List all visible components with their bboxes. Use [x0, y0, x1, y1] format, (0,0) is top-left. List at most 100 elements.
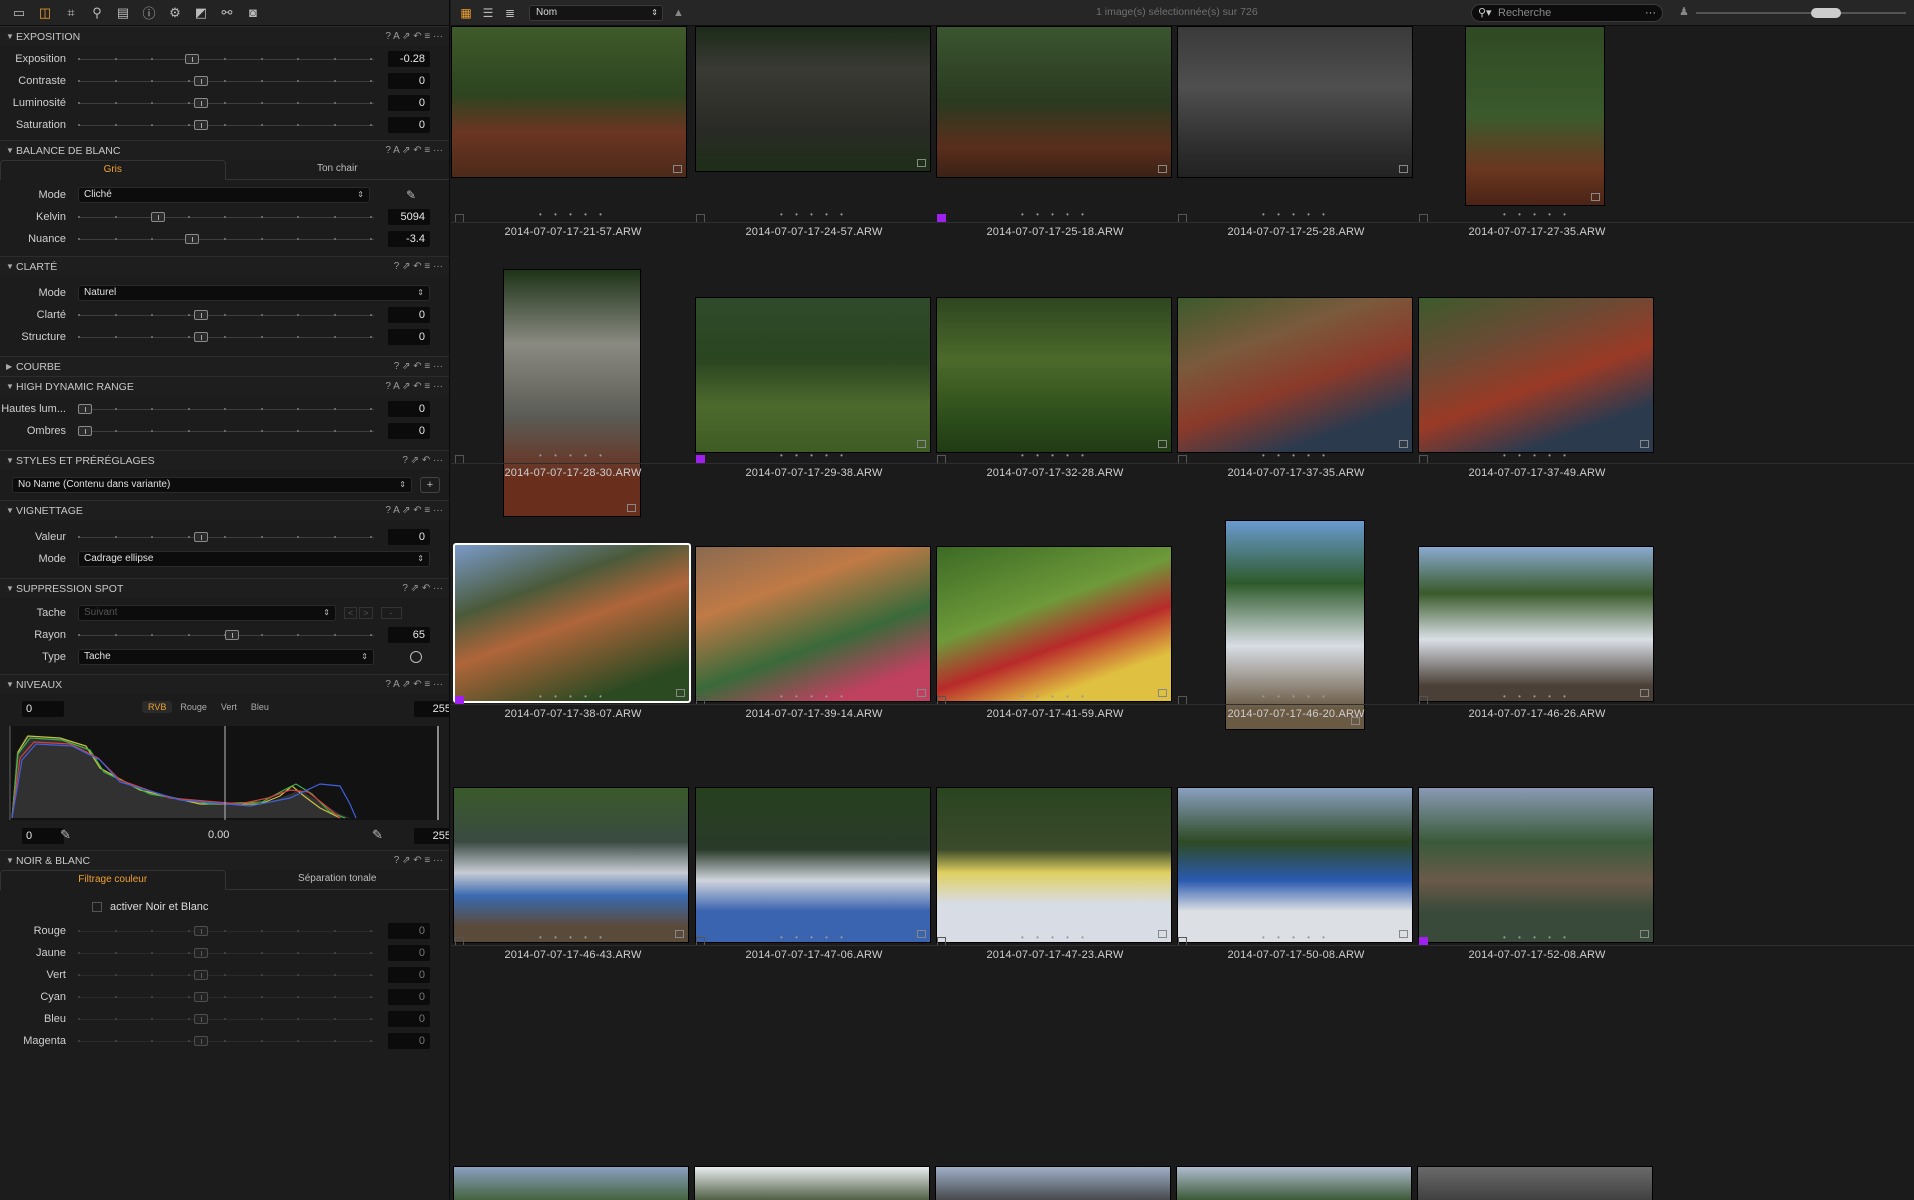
slider-knob[interactable]	[194, 120, 208, 130]
thumbnail-image[interactable]	[1465, 26, 1605, 206]
slider-knob[interactable]	[194, 926, 208, 936]
sort-select[interactable]: Nom ⇕	[529, 4, 663, 21]
sort-direction-icon[interactable]: ▲	[673, 7, 684, 19]
add-style-button[interactable]: +	[420, 477, 440, 493]
slider[interactable]	[78, 532, 374, 542]
slider-knob[interactable]	[194, 76, 208, 86]
slider-knob[interactable]	[225, 630, 239, 640]
thumbnail-image[interactable]	[695, 546, 931, 702]
thumbnail-image[interactable]	[1177, 297, 1413, 453]
document-icon[interactable]: ▤	[112, 3, 134, 23]
collapse-triangle-icon[interactable]: ▼	[6, 506, 16, 515]
slider[interactable]	[78, 404, 374, 414]
section-header-styles[interactable]: ▼ STYLES ET PRÉRÉGLAGES ? ⇗ ↶ ···	[0, 450, 449, 470]
spot-tache-select[interactable]: Suivant ⇕	[78, 605, 336, 621]
gear-icon[interactable]: ⚙	[164, 3, 186, 23]
thumbnail-image[interactable]	[451, 26, 687, 178]
slider[interactable]	[78, 426, 374, 436]
thumbnail-image[interactable]	[1177, 787, 1413, 943]
collapse-triangle-icon[interactable]: ▼	[6, 382, 16, 391]
section-header-courbe[interactable]: ▶ COURBE ? ⇗ ↶ ≡ ···	[0, 356, 449, 376]
thumbnail-image[interactable]	[1418, 297, 1654, 453]
crop-icon[interactable]: ⌗	[60, 3, 82, 23]
thumbnail-image[interactable]	[935, 1166, 1171, 1200]
star-rating[interactable]: • • • • •	[1387, 933, 1687, 942]
section-tools[interactable]: ? ⇗ ↶ ≡ ···	[394, 261, 443, 272]
section-tools[interactable]: ? ⇗ ↶ ···	[402, 583, 443, 594]
thumbnail-image[interactable]	[453, 1166, 689, 1200]
slider-knob[interactable]	[78, 426, 92, 436]
slider-knob[interactable]	[185, 54, 199, 64]
info-icon[interactable]: ⓘ	[138, 3, 160, 23]
channel-tab-rouge[interactable]: Rouge	[174, 701, 213, 713]
slider-value[interactable]: 0	[388, 967, 430, 983]
slider-knob[interactable]	[194, 1036, 208, 1046]
zoom-knob[interactable]	[1811, 8, 1841, 18]
search-icon[interactable]: ⚲	[86, 3, 108, 23]
zoom-slider[interactable]	[1696, 8, 1906, 18]
white-eyedropper-icon[interactable]: ✎	[372, 827, 383, 843]
grid-view-icon[interactable]: ▦	[457, 5, 475, 21]
slider[interactable]	[78, 76, 374, 86]
tab-ton-chair[interactable]: Ton chair	[225, 160, 449, 180]
section-tools[interactable]: ? A ⇗ ↶ ≡ ···	[385, 381, 443, 392]
section-header-white-balance[interactable]: ▼ BALANCE DE BLANC ? A ⇗ ↶ ≡ ···	[0, 140, 449, 160]
slider-knob[interactable]	[194, 532, 208, 542]
settings-icon[interactable]: ⚯	[216, 3, 238, 23]
thumbnail-image[interactable]	[936, 546, 1172, 702]
section-header-niveaux[interactable]: ▼ NIVEAUX ? A ⇗ ↶ ≡ ···	[0, 674, 449, 694]
slider-value[interactable]: 0	[388, 73, 430, 89]
folder-icon[interactable]: ▭	[8, 3, 30, 23]
levels-in-low[interactable]: 0	[22, 701, 64, 717]
thumbnail-image[interactable]	[936, 26, 1172, 178]
section-tools[interactable]: ? ⇗ ↶ ≡ ···	[394, 361, 443, 372]
slider-value[interactable]: 0	[388, 989, 430, 1005]
thumbnail-image[interactable]	[1176, 1166, 1412, 1200]
section-header-spot[interactable]: ▼ SUPPRESSION SPOT ? ⇗ ↶ ···	[0, 578, 449, 598]
star-rating[interactable]: • • • • •	[1387, 692, 1687, 701]
thumbnail-image[interactable]	[695, 297, 931, 453]
thumbnail-image[interactable]	[453, 543, 691, 703]
slider-value[interactable]: 0	[388, 423, 430, 439]
more-icon[interactable]: ···	[1645, 5, 1656, 21]
collapse-triangle-icon[interactable]: ▼	[6, 456, 16, 465]
activate-bw-checkbox[interactable]	[92, 902, 102, 912]
expand-triangle-icon[interactable]: ▶	[6, 362, 16, 371]
tab-filtrage-couleur[interactable]: Filtrage couleur	[0, 870, 226, 890]
slider[interactable]	[78, 310, 374, 320]
levels-out-mid[interactable]: 0.00	[208, 829, 229, 841]
tab-gris[interactable]: Gris	[0, 160, 226, 180]
collapse-triangle-icon[interactable]: ▼	[6, 146, 16, 155]
slider[interactable]	[78, 1014, 374, 1024]
star-rating[interactable]: • • • • •	[1387, 210, 1687, 219]
section-tools[interactable]: ? ⇗ ↶ ≡ ···	[394, 855, 443, 866]
thumbnail-image[interactable]	[503, 269, 641, 517]
spot-type-select[interactable]: Tache ⇕	[78, 649, 374, 665]
spot-circle-icon[interactable]	[410, 651, 422, 663]
channel-tab-rvb[interactable]: RVB	[142, 701, 173, 713]
slider-value[interactable]: 0	[388, 117, 430, 133]
thumbnail-image[interactable]	[936, 297, 1172, 453]
slider-knob[interactable]	[194, 992, 208, 1002]
rayon-slider[interactable]	[78, 630, 374, 640]
vignettage-mode-select[interactable]: Cadrage ellipse ⇕	[78, 551, 430, 567]
slider-knob[interactable]	[194, 948, 208, 958]
slider[interactable]	[78, 970, 374, 980]
levels-out-low[interactable]: 0	[22, 828, 64, 844]
slider[interactable]	[78, 234, 374, 244]
slider[interactable]	[78, 98, 374, 108]
eyedropper-icon[interactable]: ✎	[406, 188, 416, 202]
collapse-triangle-icon[interactable]: ▼	[6, 262, 16, 271]
levels-histogram[interactable]	[0, 724, 450, 822]
slider[interactable]	[78, 948, 374, 958]
thumbnail-image[interactable]	[695, 26, 931, 172]
search-field[interactable]: ⚲▾ Recherche ···	[1471, 4, 1663, 22]
tab-separation-tonale[interactable]: Séparation tonale	[225, 870, 449, 890]
wb-mode-select[interactable]: Cliché ⇕	[78, 187, 370, 203]
levels-icon[interactable]: ◩	[190, 3, 212, 23]
section-header-clarte[interactable]: ▼ CLARTÉ ? ⇗ ↶ ≡ ···	[0, 256, 449, 276]
slider-knob[interactable]	[194, 970, 208, 980]
slider-knob[interactable]	[194, 1014, 208, 1024]
section-header-noir-blanc[interactable]: ▼ NOIR & BLANC ? ⇗ ↶ ≡ ···	[0, 850, 449, 870]
slider-value[interactable]: 0	[388, 307, 430, 323]
